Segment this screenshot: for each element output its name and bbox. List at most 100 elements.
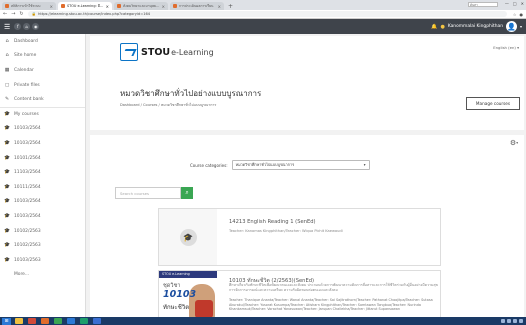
sidebar-item[interactable]: 🎓 11103/2564 [0, 165, 85, 180]
tray-icon[interactable] [513, 319, 517, 323]
tray-icon[interactable] [507, 319, 511, 323]
network-icon[interactable]: ◉ [32, 23, 40, 30]
system-tray [501, 319, 526, 323]
sidebar-item-label: 10102/2563 [14, 243, 41, 249]
course-title-link[interactable]: 14213 English Reading 1 (SenEd) [229, 219, 316, 225]
sidebar-item-label: 10101/2564 [14, 155, 41, 161]
navbar-user-area: 🔔 ● Kanommalai Kingphithan 👤 ▾ [431, 21, 522, 32]
sidebar-item[interactable]: ⌂ Site home [0, 49, 85, 64]
nav-icon: ▦ [4, 67, 10, 73]
sidebar-item-label: 10111/2564 [14, 184, 41, 190]
sidebar-item[interactable]: More... [0, 268, 85, 283]
course-card[interactable]: STOU e-Learning ชุดวิชา 10103 ทักษะชีวิต… [158, 270, 441, 317]
settings-menu[interactable]: ⚙▾ [510, 139, 518, 147]
site-navbar: ☰ f ⌂ ◉ 🔔 ● Kanommalai Kingphithan 👤 ▾ [0, 19, 526, 34]
office-icon[interactable] [41, 318, 49, 324]
hamburger-menu-icon[interactable]: ☰ [4, 23, 10, 31]
user-avatar-icon[interactable]: 👤 [505, 21, 517, 32]
word-icon[interactable] [93, 318, 101, 324]
sidebar-item[interactable]: 🎓 10111/2564 [0, 180, 85, 195]
profile-icon[interactable]: ● [520, 12, 524, 17]
tray-icon[interactable] [519, 319, 523, 323]
sidebar-item-label: 10103/2564 [14, 140, 41, 146]
search-button[interactable]: ⌕ [181, 187, 193, 199]
chevron-down-icon[interactable]: ▾ [520, 24, 522, 29]
sidebar-item[interactable]: 🎓 10103/2564 [0, 195, 85, 210]
sidebar-item[interactable]: 🎓 10103/2564 [0, 136, 85, 151]
sidebar-item-label: 10103/2564 [14, 213, 41, 219]
sidebar-item[interactable]: 🎓 10103/2564 [0, 209, 85, 224]
graduation-cap-icon: 🎓 [4, 112, 10, 118]
sidebar-item[interactable]: 🎓 10103/2564 [0, 122, 85, 137]
graduation-cap-icon: 🎓 [4, 213, 10, 219]
maximize-button[interactable]: □ [513, 1, 517, 6]
sidebar-item-label: Site home [14, 53, 37, 59]
new-tab-button[interactable]: + [228, 3, 233, 10]
forward-icon[interactable]: → [11, 11, 15, 17]
lock-icon: 🔒 [31, 12, 37, 16]
close-tab-icon[interactable]: × [162, 4, 165, 9]
sidebar-item-label: Content bank [14, 97, 44, 103]
course-thumbnail: 🎓 [159, 209, 217, 265]
breadcrumb[interactable]: Dashboard / Courses / หมวดวิชาศึกษาทั่วไ… [120, 102, 216, 108]
favicon-icon [117, 4, 121, 8]
graduation-cap-icon: 🎓 [4, 184, 10, 190]
tray-icon[interactable] [501, 319, 505, 323]
course-teachers: Teacher: Thanique Ananta/Teacher: Wanal … [229, 298, 433, 312]
close-tab-icon[interactable]: × [50, 4, 53, 9]
sidebar-item[interactable]: 🎓 10103/2563 [0, 253, 85, 268]
user-name[interactable]: Kanommalai Kingphithan [448, 24, 503, 29]
sidebar-item[interactable]: ⌂ Dashboard [0, 34, 85, 49]
sidebar-item-label: 10103/2564 [14, 199, 41, 205]
browser-tab-active[interactable]: STOU e-Learning: มีระบบ× [58, 2, 112, 10]
sidebar-item[interactable]: ▢ Private files [0, 78, 85, 93]
window-search-input[interactable]: ค้นหา [468, 2, 498, 7]
sidebar-item[interactable]: 🎓 10102/2563 [0, 224, 85, 239]
browser-tab[interactable]: สังคมวิทยาและมานุษยวิทยา× [114, 2, 168, 10]
manage-courses-button[interactable]: Manage courses [466, 97, 520, 110]
site-logo[interactable]: STOU e-Learning [120, 43, 214, 61]
sidebar-item[interactable]: ✎ Content bank [0, 92, 85, 107]
back-icon[interactable]: ← [3, 11, 7, 17]
close-tab-icon[interactable]: × [218, 4, 221, 9]
messages-icon[interactable]: ● [440, 24, 444, 30]
stou-logo-icon [120, 43, 138, 61]
language-menu[interactable]: English (en) ▾ [493, 45, 519, 50]
thumbnail-banner: STOU e-Learning [159, 271, 217, 278]
sidebar-item-label: Dashboard [14, 38, 38, 44]
search-courses-input[interactable]: Search courses [115, 187, 181, 199]
close-window-button[interactable]: ✕ [521, 1, 524, 6]
nav-icon: ▢ [4, 82, 10, 88]
sidebar-item-label: My courses [14, 112, 39, 118]
close-tab-icon[interactable]: × [106, 4, 109, 9]
sidebar-item[interactable]: 🎓 10101/2564 [0, 151, 85, 166]
sidebar-item[interactable]: 🎓 My courses [0, 106, 85, 122]
chrome-icon[interactable] [54, 318, 62, 324]
url-field[interactable]: 🔒 https://elearning.stou.ac.th/course/in… [27, 11, 507, 17]
facebook-icon[interactable]: f [14, 23, 22, 30]
sidebar-item[interactable]: ▦ Calendar [0, 63, 85, 78]
windows-start-icon[interactable]: ⊞ [2, 317, 11, 325]
home-icon[interactable]: ⌂ [23, 23, 31, 30]
edge-icon[interactable] [67, 318, 75, 324]
category-select-value: หมวดวิชาศึกษาทั่วไปแบบบูรณาการ [235, 162, 295, 167]
category-select[interactable]: หมวดวิชาศึกษาทั่วไปแบบบูรณาการ ▾ [231, 160, 370, 170]
file-explorer-icon[interactable] [15, 318, 23, 324]
nav-icon: ✎ [4, 97, 10, 103]
reload-icon[interactable]: ↻ [19, 11, 23, 17]
nav-icon: ⌂ [5, 53, 9, 59]
browser-tab[interactable]: สถิติการเข้าใช้ระบบ × [2, 2, 56, 10]
graduation-cap-icon: 🎓 [4, 199, 10, 205]
graduation-cap-icon: 🎓 [4, 140, 10, 146]
browser-tab[interactable]: การประเมินผลการเรียน × [170, 2, 224, 10]
notification-bell-icon[interactable]: 🔔 [431, 24, 437, 30]
sidebar-item[interactable]: 🎓 10102/2563 [0, 238, 85, 253]
course-card[interactable]: 🎓 14213 English Reading 1 (SenEd) Teache… [158, 208, 441, 266]
minimize-button[interactable]: — [505, 1, 509, 6]
media-player-icon[interactable] [28, 318, 36, 324]
course-summary: ศึกษาเกี่ยวกับทักษะชีวิตเพื่อพัฒนาตนเองแ… [229, 283, 439, 292]
excel-icon[interactable] [80, 318, 88, 324]
chevron-down-icon: ▾ [363, 163, 366, 167]
bookmark-star-icon[interactable]: ☆ [513, 12, 517, 17]
course-search: Search courses ⌕ [115, 187, 193, 199]
